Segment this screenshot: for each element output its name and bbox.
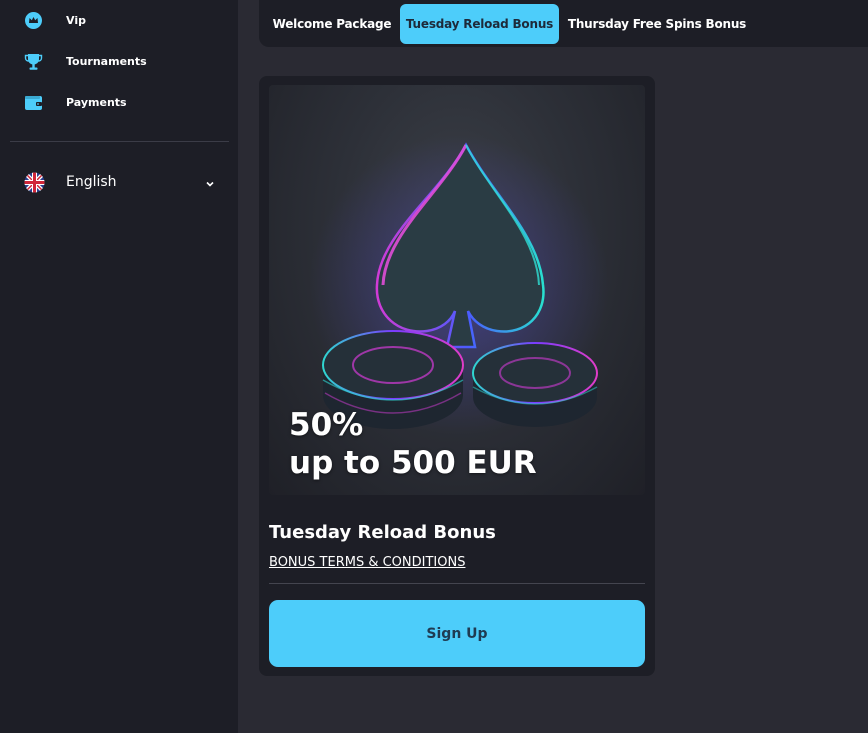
sidebar-item-label: Payments [66, 95, 127, 109]
bonus-banner-image: 50% up to 500 EUR [269, 85, 645, 495]
card-divider [269, 583, 645, 584]
sidebar-item-label: Tournaments [66, 54, 147, 68]
sidebar: Vip Tournaments Payments English [0, 0, 238, 733]
chevron-down-icon [204, 175, 216, 194]
bonus-title: Tuesday Reload Bonus [269, 522, 496, 543]
language-selector[interactable]: English [24, 170, 218, 194]
sidebar-item-label: Vip [66, 13, 86, 27]
sidebar-divider [10, 141, 229, 142]
sign-up-button[interactable]: Sign Up [269, 600, 645, 667]
crown-icon [24, 11, 43, 30]
sidebar-item-vip[interactable]: Vip [24, 9, 86, 31]
sidebar-item-payments[interactable]: Payments [24, 91, 127, 113]
tab-tuesday-reload-bonus[interactable]: Tuesday Reload Bonus [400, 4, 559, 44]
bonus-card: 50% up to 500 EUR Tuesday Reload Bonus B… [259, 76, 655, 676]
language-label: English [66, 174, 117, 190]
trophy-icon [24, 52, 43, 71]
bonus-tabs: Welcome Package Tuesday Reload Bonus Thu… [259, 0, 868, 47]
sidebar-item-tournaments[interactable]: Tournaments [24, 50, 147, 72]
wallet-icon [24, 93, 43, 112]
promo-amount: up to 500 EUR [289, 445, 537, 481]
promo-percent: 50% [289, 407, 364, 443]
bonus-terms-link[interactable]: BONUS TERMS & CONDITIONS [269, 555, 465, 570]
tab-thursday-free-spins-bonus[interactable]: Thursday Free Spins Bonus [566, 4, 748, 44]
uk-flag-icon [24, 172, 45, 193]
tab-welcome-package[interactable]: Welcome Package [265, 4, 399, 44]
